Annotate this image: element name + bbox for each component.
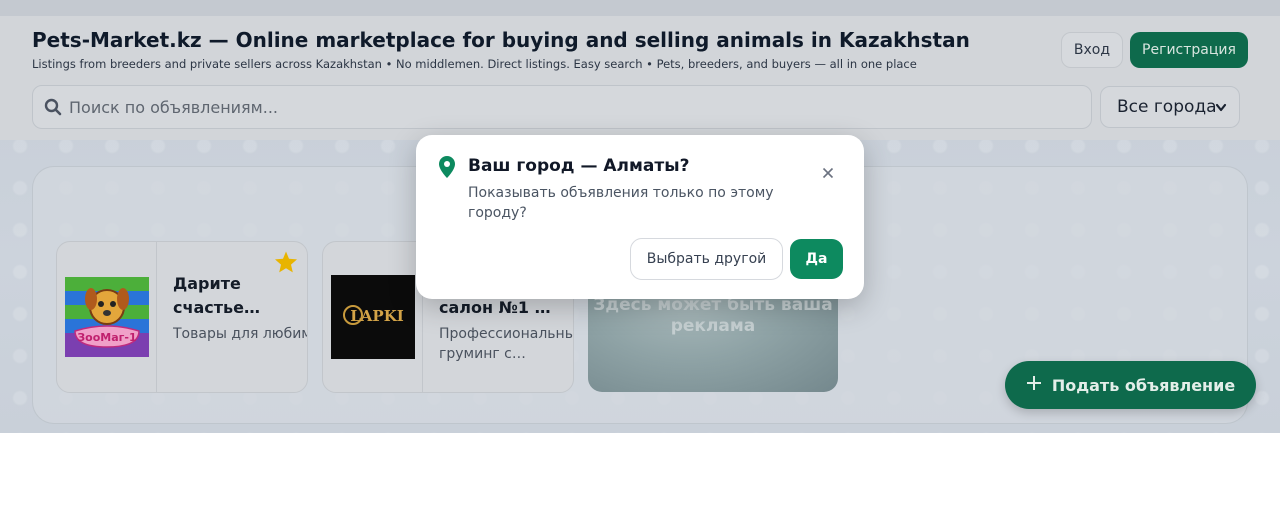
- post-listing-label: Подать объявление: [1051, 375, 1236, 395]
- ad-text: Здесь может быть ваша реклама: [593, 295, 833, 336]
- search-placeholder: Поиск по объявлениям...: [69, 97, 278, 117]
- city-confirm-dialog: Ваш город — Алматы? Показывать объявлени…: [416, 135, 864, 299]
- location-pin-icon: [438, 155, 456, 183]
- search-icon: [43, 97, 63, 117]
- plus-icon: [1026, 375, 1042, 395]
- chevron-down-icon: [1215, 99, 1227, 122]
- star-icon[interactable]: [274, 250, 298, 278]
- site-subtitle: Listings from breeders and private selle…: [32, 57, 917, 71]
- card-description: Профессиональный груминг с…: [439, 326, 573, 362]
- close-icon[interactable]: [816, 161, 840, 185]
- card-title: салон №1 …: [439, 298, 551, 317]
- card-title: Дарите счастье…: [173, 274, 260, 317]
- dialog-title: Ваш город — Алматы?: [468, 156, 690, 176]
- app-background: Pets-Market.kz — Online marketplace for …: [0, 0, 1280, 433]
- register-button[interactable]: Регистрация: [1130, 32, 1248, 68]
- confirm-city-button[interactable]: Да: [790, 239, 843, 279]
- card-logo-text: ЗооМаг-1: [77, 331, 136, 344]
- card-logo: ЗооМаг-1: [57, 242, 157, 392]
- card-description: Товары для любимых…: [173, 326, 307, 342]
- login-button[interactable]: Вход: [1061, 32, 1123, 68]
- site-title: Pets-Market.kz — Online marketplace for …: [32, 28, 970, 52]
- card-logo-text: LAPKI: [350, 307, 404, 325]
- choose-other-city-button[interactable]: Выбрать другой: [630, 238, 783, 280]
- featured-card[interactable]: ЗооМаг-1 Дарите счастье… Товары для люби…: [56, 241, 308, 393]
- dialog-text: Показывать объявления только по этому го…: [468, 185, 774, 221]
- card-logo: LAPKI: [323, 242, 423, 392]
- post-listing-button[interactable]: Подать объявление: [1005, 361, 1256, 409]
- top-strip: [0, 0, 1280, 16]
- city-select-value: Все города: [1117, 97, 1217, 117]
- city-select[interactable]: Все города: [1100, 86, 1240, 128]
- search-input[interactable]: Поиск по объявлениям...: [32, 85, 1092, 129]
